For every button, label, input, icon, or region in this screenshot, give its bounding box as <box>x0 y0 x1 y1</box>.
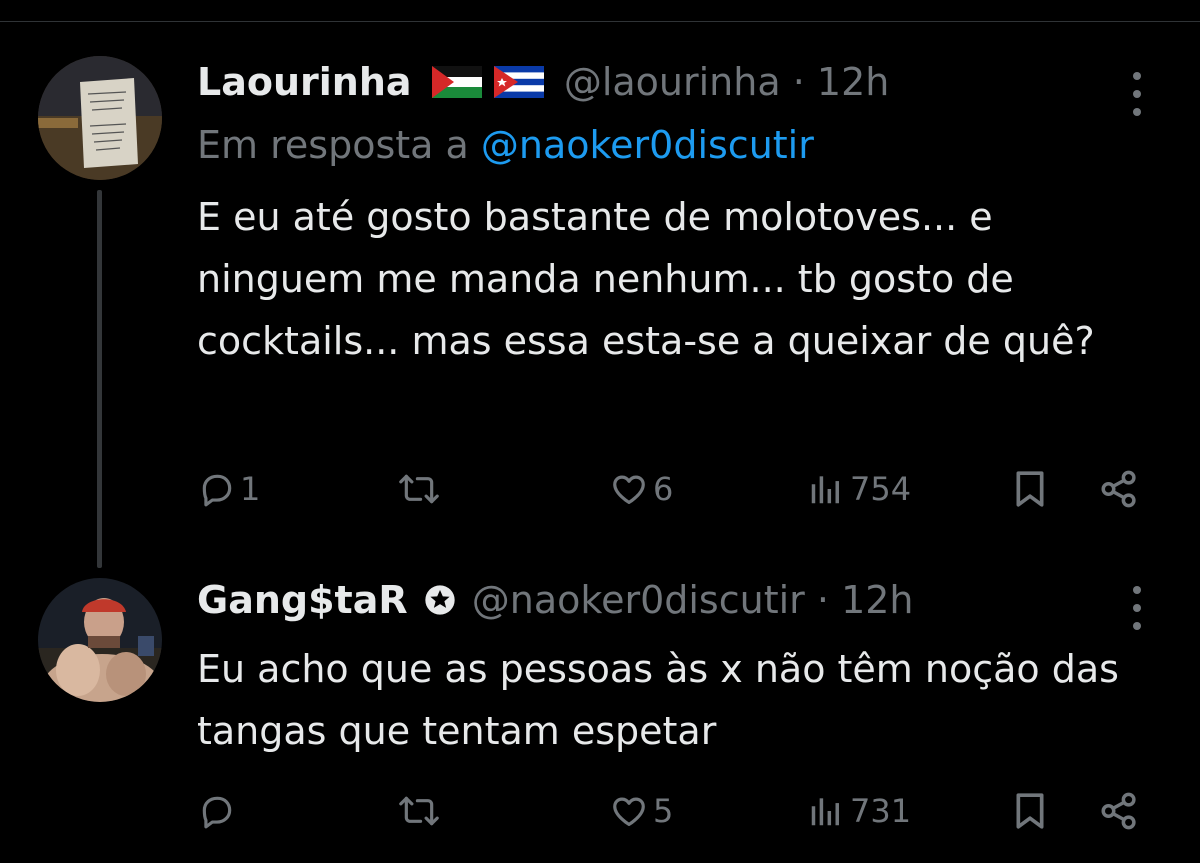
bookmark-button[interactable] <box>1012 464 1048 514</box>
bookmark-icon <box>1016 793 1044 829</box>
handle[interactable]: @naoker0discutir <box>472 578 805 622</box>
separator: · <box>792 60 805 104</box>
reply-to-mention[interactable]: @naoker0discutir <box>481 123 814 167</box>
views-icon <box>811 798 839 826</box>
action-bar: 1 6 754 <box>0 464 1200 514</box>
repost-button[interactable] <box>396 464 446 514</box>
share-button[interactable] <box>1098 464 1140 514</box>
views-button[interactable]: 731 <box>806 786 911 836</box>
view-count: 754 <box>850 470 912 508</box>
reply-icon <box>202 474 232 507</box>
tweet-header: Laourinha @laourinha · 12h <box>197 59 889 108</box>
avatar[interactable] <box>38 56 162 180</box>
palestine-flag-icon <box>431 62 482 108</box>
timestamp[interactable]: 12h <box>841 578 913 622</box>
tweet[interactable]: Laourinha @laourinha · 12h Em resposta a… <box>0 0 1200 568</box>
tweet[interactable]: Gang$taR @naoker0discutir · 12h Eu acho … <box>0 560 1200 863</box>
heart-icon <box>613 475 645 505</box>
share-button[interactable] <box>1098 786 1140 836</box>
bookmark-button[interactable] <box>1012 786 1048 836</box>
display-name[interactable]: Laourinha <box>197 60 412 104</box>
view-count: 731 <box>850 792 912 830</box>
share-icon <box>1101 470 1136 508</box>
reply-context: Em resposta a @naoker0discutir <box>197 122 814 168</box>
reply-count: 1 <box>240 470 261 508</box>
share-icon <box>1101 792 1136 830</box>
like-count: 6 <box>653 470 674 508</box>
views-button[interactable]: 754 <box>806 464 911 514</box>
star-badge-icon <box>424 580 456 626</box>
like-button[interactable]: 6 <box>609 464 673 514</box>
heart-icon <box>613 797 645 827</box>
reply-icon <box>202 796 232 829</box>
bookmark-icon <box>1016 471 1044 507</box>
cuba-flag-icon <box>493 62 544 108</box>
like-button[interactable]: 5 <box>609 786 673 836</box>
repost-icon <box>399 796 439 826</box>
reply-button[interactable] <box>198 786 240 836</box>
more-options-icon[interactable] <box>1126 586 1148 630</box>
like-count: 5 <box>653 792 674 830</box>
tweet-text: E eu até gosto bastante de molotoves... … <box>197 195 1095 363</box>
views-icon <box>811 476 839 504</box>
repost-icon <box>399 474 439 504</box>
tweet-text: Eu acho que as pessoas às x não têm noçã… <box>197 647 1119 753</box>
timestamp[interactable]: 12h <box>817 60 889 104</box>
repost-button[interactable] <box>396 786 446 836</box>
handle[interactable]: @laourinha <box>564 60 781 104</box>
reply-prefix: Em resposta a <box>197 123 481 167</box>
tweet-header: Gang$taR @naoker0discutir · 12h <box>197 577 914 626</box>
avatar[interactable] <box>38 578 162 702</box>
display-name[interactable]: Gang$taR <box>197 578 408 622</box>
action-bar: 5 731 <box>0 786 1200 836</box>
reply-button[interactable]: 1 <box>198 464 260 514</box>
more-options-icon[interactable] <box>1126 72 1148 116</box>
separator: · <box>816 578 829 622</box>
